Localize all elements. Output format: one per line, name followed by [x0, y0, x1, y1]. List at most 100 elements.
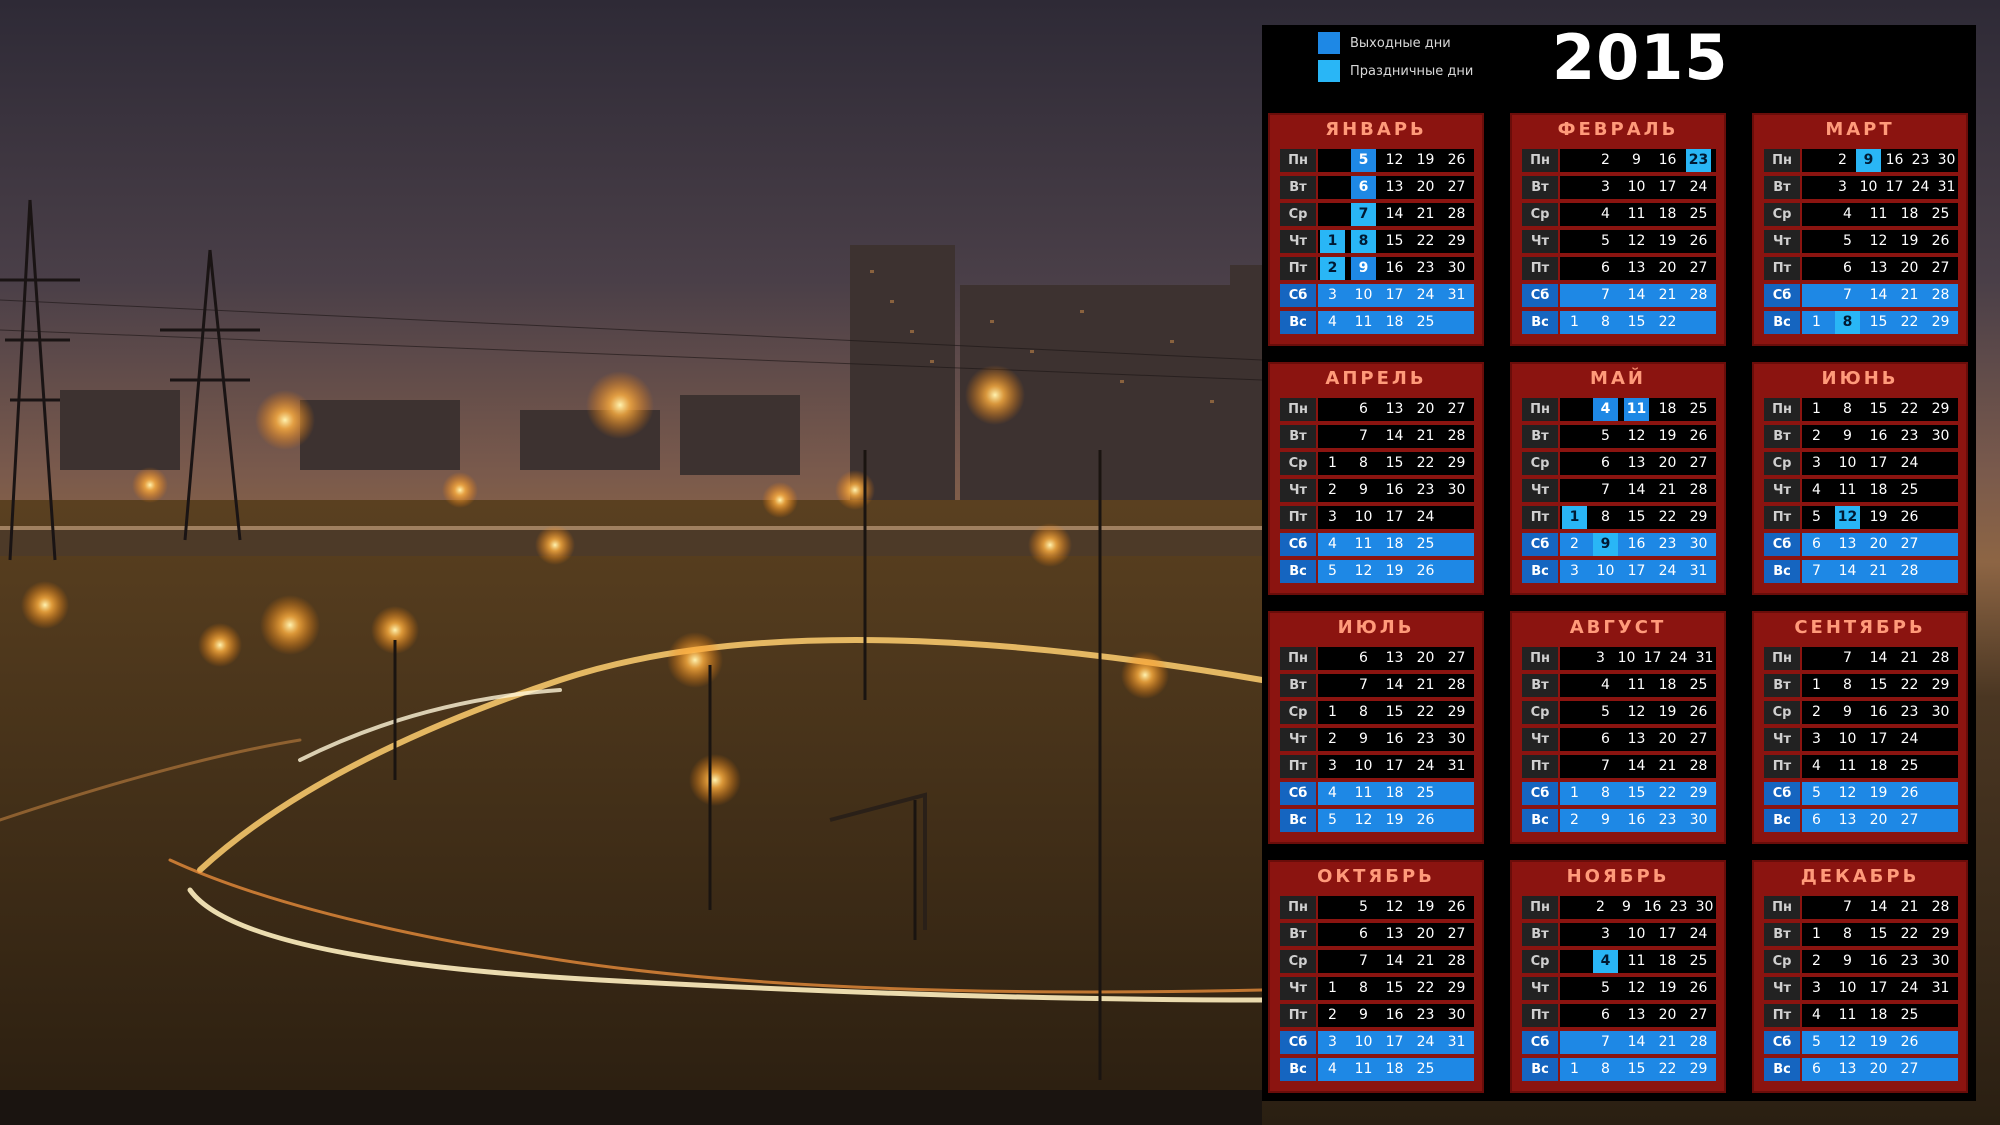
date-cell: 17 — [1385, 509, 1404, 525]
date-cell: 1 — [1570, 1061, 1579, 1077]
date-cell: 23 — [1900, 428, 1919, 444]
date-cell: 29 — [1447, 980, 1466, 996]
date-cell: 30 — [1447, 482, 1466, 498]
week-row: Чт 3 10 17 24 — [1764, 726, 1960, 753]
date-cell: 16 — [1385, 260, 1404, 276]
day-name: Вт — [1764, 674, 1800, 697]
date-cells: 2 9 16 23 30 — [1802, 701, 1958, 724]
week-row: Пт 3 10 17 24 31 — [1280, 753, 1476, 780]
date-cell: 2 — [1601, 152, 1610, 168]
week-row: Вс 5 12 19 26 — [1280, 807, 1476, 834]
date-cell: 12 — [1385, 899, 1404, 915]
date-cell: 22 — [1900, 314, 1919, 330]
date-cell: 18 — [1385, 1061, 1404, 1077]
date-cell: 20 — [1900, 260, 1919, 276]
day-name: Сб — [1280, 1031, 1316, 1054]
date-cell: 16 — [1627, 812, 1646, 828]
date-cell: 24 — [1900, 980, 1919, 996]
date-cell: 5 — [1601, 980, 1610, 996]
week-row: Сб 5 12 19 26 — [1764, 1029, 1960, 1056]
day-name: Ср — [1280, 950, 1316, 973]
date-cells: 7 14 21 28 — [1802, 284, 1958, 307]
date-cell: 1 — [1570, 785, 1579, 801]
date-cells: 5 12 19 26 — [1318, 149, 1474, 172]
day-name: Вт — [1280, 425, 1316, 448]
day-name: Пн — [1280, 896, 1316, 919]
date-cell: 13 — [1385, 650, 1404, 666]
week-row: Вс 1 8 15 22 29 — [1522, 1056, 1718, 1083]
date-cell: 18 — [1385, 314, 1404, 330]
day-name: Сб — [1522, 533, 1558, 556]
date-cell: 9 — [1359, 482, 1368, 498]
date-cell: 12 — [1838, 785, 1857, 801]
date-cells: 4 11 18 25 — [1802, 755, 1958, 778]
date-cell: 1 — [1570, 314, 1579, 330]
date-cell: 12 — [1385, 152, 1404, 168]
date-cell: 2 — [1328, 482, 1337, 498]
week-row: Чт 1 8 15 22 29 — [1280, 228, 1476, 255]
date-cell: 7 — [1601, 287, 1610, 303]
week-row: Вт 4 11 18 25 — [1522, 672, 1718, 699]
date-cell: 18 — [1658, 953, 1677, 969]
day-name: Вс — [1280, 560, 1316, 583]
date-cell: 12 — [1354, 563, 1373, 579]
date-cell: 13 — [1385, 401, 1404, 417]
date-cell: 13 — [1385, 926, 1404, 942]
week-row: Ср 2 9 16 23 30 — [1764, 699, 1960, 726]
date-cell: 14 — [1869, 899, 1888, 915]
week-row: Чт 5 12 19 26 — [1522, 228, 1718, 255]
date-cells: 1 8 15 22 29 — [1560, 782, 1716, 805]
date-cell: 6 — [1359, 650, 1368, 666]
date-cell: 27 — [1900, 1061, 1919, 1077]
month-block: АПРЕЛЬ Пн 6 13 20 27 Вт 7 14 21 28 Ср 1 8 15 22 29 Чт 2 9 16… — [1268, 362, 1484, 595]
date-cell: 21 — [1658, 287, 1677, 303]
day-name: Пт — [1280, 257, 1316, 280]
date-cell: 18 — [1900, 206, 1919, 222]
day-name: Пн — [1764, 149, 1800, 172]
date-cell: 19 — [1900, 233, 1919, 249]
date-cells: 7 14 21 28 — [1560, 284, 1716, 307]
date-cell: 7 — [1351, 203, 1376, 226]
day-name: Пн — [1764, 647, 1800, 670]
day-name: Чт — [1522, 728, 1558, 751]
day-name: Сб — [1764, 782, 1800, 805]
date-cells: 6 13 20 27 — [1802, 533, 1958, 556]
date-cell: 17 — [1627, 563, 1646, 579]
month-block: МАРТ Пн 2 9 16 23 30 Вт 3 10 17 24 31 Ср 4 11 18 25 Чт 5 12 1… — [1752, 113, 1968, 346]
date-cell: 7 — [1843, 650, 1852, 666]
date-cell: 28 — [1931, 287, 1950, 303]
date-cell: 28 — [1931, 650, 1950, 666]
day-name: Вс — [1522, 560, 1558, 583]
date-cell: 9 — [1843, 704, 1852, 720]
date-cell: 14 — [1627, 1034, 1646, 1050]
date-cell: 13 — [1838, 1061, 1857, 1077]
date-cell: 16 — [1643, 899, 1662, 915]
date-cell: 8 — [1359, 980, 1368, 996]
day-name: Вс — [1280, 311, 1316, 334]
month-block: МАЙ Пн 4 11 18 25 Вт 5 12 19 26 Ср 6 13 20 27 Чт 7 14 21 28 П… — [1510, 362, 1726, 595]
day-name: Ср — [1764, 452, 1800, 475]
date-cell: 7 — [1812, 563, 1821, 579]
month-name: ИЮНЬ — [1821, 368, 1899, 389]
date-cell: 29 — [1931, 677, 1950, 693]
date-cell: 24 — [1416, 1034, 1435, 1050]
date-cell: 23 — [1416, 1007, 1435, 1023]
date-cell: 10 — [1859, 179, 1878, 195]
week-row: Вт 3 10 17 24 — [1522, 174, 1718, 201]
month-block: ОКТЯБРЬ Пн 5 12 19 26 Вт 6 13 20 27 Ср 7 14 21 28 Чт 1 8 15… — [1268, 860, 1484, 1093]
date-cell: 8 — [1359, 704, 1368, 720]
date-cell: 22 — [1900, 401, 1919, 417]
date-cell: 6 — [1601, 455, 1610, 471]
date-cell: 7 — [1843, 899, 1852, 915]
date-cell: 5 — [1843, 233, 1852, 249]
date-cells: 7 14 21 28 — [1802, 896, 1958, 919]
date-cell: 17 — [1869, 455, 1888, 471]
date-cells: 1 8 15 22 29 — [1318, 977, 1474, 1000]
date-cell: 18 — [1658, 401, 1677, 417]
date-cell: 7 — [1843, 287, 1852, 303]
month-grid: Пн 4 11 18 25 Вт 5 12 19 26 Ср 6 13 20 27 Чт 7 14 21 28 Пт 1 8… — [1522, 396, 1718, 585]
date-cell: 10 — [1354, 758, 1373, 774]
date-cell: 24 — [1911, 179, 1930, 195]
date-cell: 20 — [1658, 1007, 1677, 1023]
week-row: Чт 5 12 19 26 — [1764, 228, 1960, 255]
